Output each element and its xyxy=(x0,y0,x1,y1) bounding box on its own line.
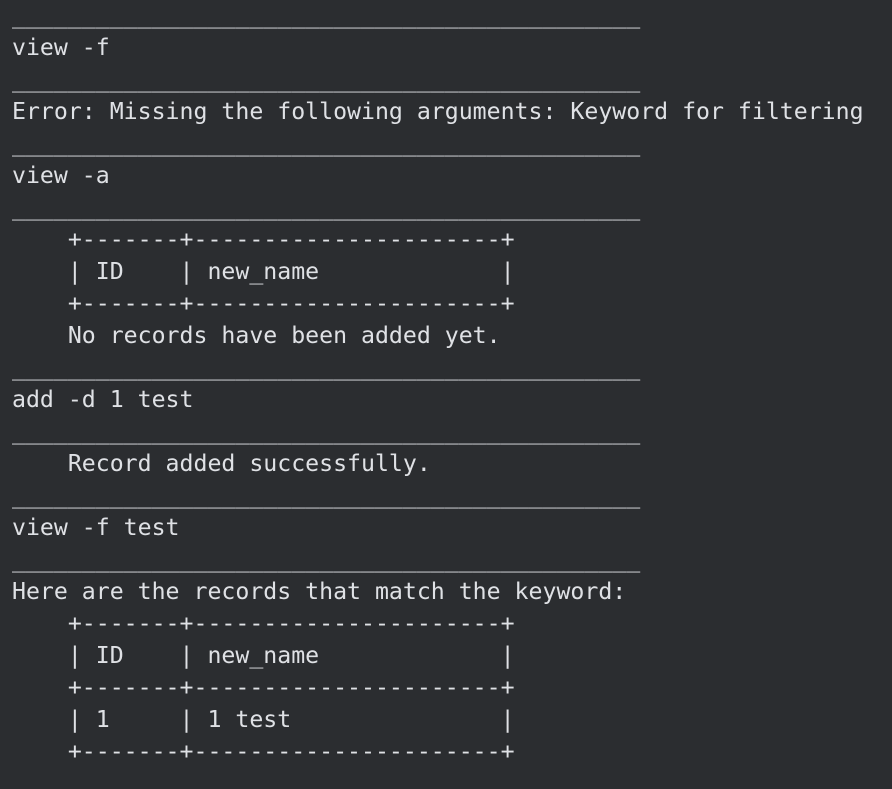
table-header-row: | ID | new_name | xyxy=(12,642,515,669)
command-line: add -d 1 test xyxy=(12,386,194,413)
separator-line: ________________________________________… xyxy=(12,2,641,29)
command-line: view -a xyxy=(12,162,110,189)
separator-line: ________________________________________… xyxy=(12,66,641,93)
command-line: view -f xyxy=(12,34,110,61)
table-border: +-------+----------------------+ xyxy=(12,610,515,637)
output-message: Record added successfully. xyxy=(12,450,431,477)
table-header-row: | ID | new_name | xyxy=(12,258,515,285)
table-border: +-------+----------------------+ xyxy=(12,290,515,317)
command-line: view -f test xyxy=(12,514,180,541)
separator-line: ________________________________________… xyxy=(12,354,641,381)
separator-line: ________________________________________… xyxy=(12,482,641,509)
console-output: ________________________________________… xyxy=(12,0,884,768)
table-border: +-------+----------------------+ xyxy=(12,738,515,765)
output-message: Here are the records that match the keyw… xyxy=(12,578,627,605)
separator-line: ________________________________________… xyxy=(12,546,641,573)
separator-line: ________________________________________… xyxy=(12,194,641,221)
separator-line: ________________________________________… xyxy=(12,130,641,157)
table-border: +-------+----------------------+ xyxy=(12,226,515,253)
table-border: +-------+----------------------+ xyxy=(12,674,515,701)
output-message: No records have been added yet. xyxy=(12,322,501,349)
separator-line: ________________________________________… xyxy=(12,418,641,445)
table-row: | 1 | 1 test | xyxy=(12,706,515,733)
error-message: Error: Missing the following arguments: … xyxy=(12,98,864,125)
